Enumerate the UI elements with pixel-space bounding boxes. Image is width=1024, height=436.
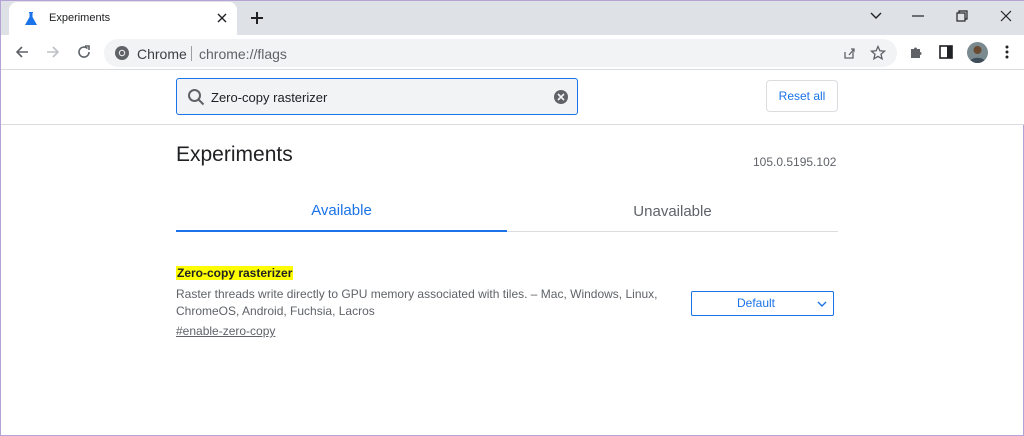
clear-search-icon[interactable]: [553, 89, 569, 105]
chevron-down-icon: [817, 299, 827, 309]
flags-header: Reset all: [1, 70, 1024, 125]
search-input[interactable]: [211, 86, 541, 108]
address-bar[interactable]: Chrome chrome://flags: [104, 39, 897, 67]
site-chip-label: Chrome: [137, 46, 187, 62]
restore-icon[interactable]: [950, 6, 974, 26]
version-number: 105.0.5195.102: [753, 155, 837, 169]
browser-window: Experiments Chrome chrome://flags Zero-c…: [0, 0, 1024, 436]
tab-title: Experiments: [49, 12, 111, 24]
close-window-icon[interactable]: [994, 6, 1018, 26]
side-panel-icon[interactable]: [936, 42, 956, 62]
bookmark-star-icon[interactable]: [869, 44, 887, 62]
tab-experiments[interactable]: Experiments: [9, 2, 237, 35]
tab-strip: Experiments: [1, 1, 1024, 35]
back-arrow-icon[interactable]: [11, 41, 33, 63]
share-icon[interactable]: [840, 44, 858, 62]
search-icon: [187, 88, 205, 106]
search-box[interactable]: [176, 78, 578, 115]
browser-toolbar: Chrome chrome://flags: [1, 35, 1024, 70]
reload-icon[interactable]: [73, 41, 95, 63]
page-title: Experiments: [176, 143, 293, 166]
more-menu-icon[interactable]: [997, 42, 1017, 62]
select-value: Default: [736, 296, 776, 310]
experiment-state-select[interactable]: Default: [691, 291, 834, 316]
new-tab-icon[interactable]: [247, 8, 267, 28]
tab-search-chevron-icon[interactable]: [864, 6, 888, 26]
tab-available[interactable]: Available: [176, 191, 507, 232]
extensions-puzzle-icon[interactable]: [906, 42, 926, 62]
chrome-logo-icon: [114, 45, 130, 61]
close-tab-icon[interactable]: [213, 9, 231, 27]
url-text[interactable]: chrome://flags: [199, 46, 287, 62]
experiment-name: Zero-copy rasterizer: [176, 266, 294, 280]
forward-arrow-icon[interactable]: [42, 41, 64, 63]
flask-icon: [23, 11, 39, 27]
omnibox-divider: [191, 46, 192, 61]
experiment-permalink[interactable]: #enable-zero-copy: [176, 324, 275, 338]
reset-all-button[interactable]: Reset all: [766, 80, 838, 112]
experiment-description: Raster threads write directly to GPU mem…: [176, 287, 658, 318]
profile-avatar[interactable]: [967, 42, 988, 63]
minimize-icon[interactable]: [906, 6, 930, 26]
tab-unavailable[interactable]: Unavailable: [507, 191, 838, 232]
